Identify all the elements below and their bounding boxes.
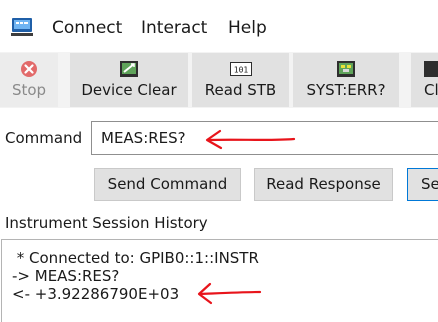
stop-icon bbox=[21, 61, 37, 77]
device-clear-icon bbox=[120, 61, 138, 77]
syst-err-icon bbox=[337, 61, 355, 77]
history-line: -> MEAS:RES? bbox=[12, 267, 120, 285]
menu-interact[interactable]: Interact bbox=[141, 18, 207, 38]
se-button[interactable]: Se bbox=[407, 168, 438, 201]
toolbar: Stop Device Clear 101 Read STB SYST:ERR? bbox=[0, 52, 438, 108]
device-clear-label: Device Clear bbox=[81, 81, 177, 99]
command-label: Command bbox=[5, 129, 83, 147]
history-label: Instrument Session History bbox=[5, 214, 208, 232]
read-stb-button[interactable]: 101 Read STB bbox=[192, 53, 289, 107]
svg-text:101: 101 bbox=[233, 66, 248, 75]
cl-icon bbox=[424, 61, 438, 77]
menu-connect[interactable]: Connect bbox=[52, 18, 122, 38]
history-line: * Connected to: GPIB0::1::INSTR bbox=[12, 249, 259, 267]
command-input[interactable] bbox=[91, 121, 438, 155]
send-command-button[interactable]: Send Command bbox=[94, 168, 241, 201]
session-history[interactable]: * Connected to: GPIB0::1::INSTR -> MEAS:… bbox=[1, 239, 438, 322]
read-response-button[interactable]: Read Response bbox=[254, 168, 393, 201]
device-clear-button[interactable]: Device Clear bbox=[70, 53, 188, 107]
read-stb-label: Read STB bbox=[204, 81, 277, 99]
cl-button[interactable]: Cl bbox=[411, 53, 438, 107]
history-line: <- +3.92286790E+03 bbox=[12, 285, 180, 303]
app-icon bbox=[11, 18, 33, 36]
stop-label: Stop bbox=[11, 81, 47, 99]
read-stb-icon: 101 bbox=[229, 62, 252, 76]
syst-err-label: SYST:ERR? bbox=[306, 81, 386, 99]
syst-err-button[interactable]: SYST:ERR? bbox=[293, 53, 399, 107]
cl-label: Cl bbox=[424, 81, 438, 99]
menu-help[interactable]: Help bbox=[228, 18, 267, 38]
stop-button[interactable]: Stop bbox=[0, 53, 58, 107]
menu-bar: Connect Interact Help bbox=[0, 0, 438, 52]
